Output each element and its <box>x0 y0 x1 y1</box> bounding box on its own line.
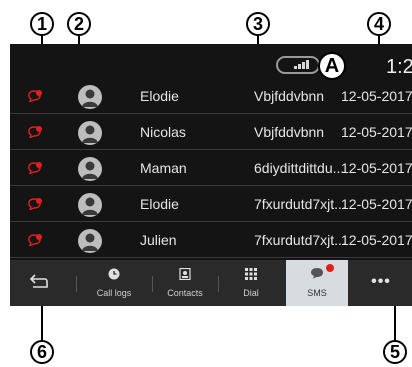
message-preview: 6diydittdittdu... <box>254 160 345 176</box>
back-button[interactable] <box>10 260 68 306</box>
more-button[interactable]: ••• <box>350 260 412 306</box>
callout-5: 5 <box>383 340 407 364</box>
bottom-tab-bar: Call logs Contacts Dial SMS ••• <box>10 260 412 306</box>
tab-call-logs[interactable]: Call logs <box>76 260 152 306</box>
unread-message-icon <box>28 126 42 138</box>
sms-icon <box>310 264 334 281</box>
message-preview: Vbjfddvbnn <box>254 88 325 104</box>
unread-message-icon <box>28 90 42 102</box>
dialpad-icon <box>245 268 257 282</box>
tab-contacts[interactable]: Contacts <box>152 260 218 306</box>
back-arrow-icon <box>29 274 49 290</box>
tab-label: Call logs <box>96 288 132 298</box>
callout-2: 2 <box>67 12 91 36</box>
tab-label: SMS <box>307 288 327 298</box>
message-date: 12-05-2017 <box>341 124 412 140</box>
message-row[interactable]: Nicolas Vbjfddvbnn 12-05-2017 <box>10 116 412 150</box>
message-date: 12-05-2017 <box>341 160 412 176</box>
message-date: 12-05-2017 <box>341 88 412 104</box>
contact-name: Elodie <box>140 88 179 104</box>
message-row[interactable]: Maman 6diydittdittdu... 12-05-2017 <box>10 152 412 186</box>
message-preview: Vbjfddvbnn <box>254 124 325 140</box>
message-row[interactable]: Julien 7fxurdutd7xjt... 12-05-2017 <box>10 224 412 258</box>
message-preview: 7fxurdutd7xjt... <box>254 196 346 212</box>
contact-name: Nicolas <box>140 124 186 140</box>
message-row[interactable]: Elodie 7fxurdutd7xjt... 12-05-2017 <box>10 188 412 222</box>
unread-message-icon <box>28 198 42 210</box>
message-row[interactable]: Elodie Vbjfddvbnn 12-05-2017 <box>10 80 412 114</box>
callout-1: 1 <box>30 12 54 36</box>
contact-name: Julien <box>140 232 177 248</box>
unread-message-icon <box>28 234 42 246</box>
tab-label: Dial <box>243 288 259 298</box>
tab-dial[interactable]: Dial <box>218 260 284 306</box>
contact-card-icon <box>179 267 191 282</box>
phone-signal-icon <box>276 56 320 74</box>
sms-screen: 1:22 Elodie Vbjfddvbnn 12-05-2017 Nicolas Vb… <box>10 44 412 306</box>
callout-6: 6 <box>30 340 54 364</box>
clock: 1:22 <box>386 56 412 78</box>
avatar <box>78 229 102 253</box>
message-date: 12-05-2017 <box>341 232 412 248</box>
contact-name: Maman <box>140 160 187 176</box>
status-bar: 1:22 <box>10 44 412 80</box>
more-icon: ••• <box>371 273 391 290</box>
avatar <box>78 157 102 181</box>
contact-name: Elodie <box>140 196 179 212</box>
callout-3: 3 <box>246 12 270 36</box>
tab-sms[interactable]: SMS <box>286 260 348 306</box>
avatar <box>78 85 102 109</box>
callout-4: 4 <box>367 12 391 36</box>
avatar <box>78 193 102 217</box>
message-date: 12-05-2017 <box>341 196 412 212</box>
unread-badge <box>326 264 334 272</box>
unread-message-icon <box>28 162 42 174</box>
avatar <box>78 121 102 145</box>
tab-label: Contacts <box>167 288 203 298</box>
clock-icon <box>108 268 120 282</box>
callout-a: A <box>318 52 346 80</box>
message-preview: 7fxurdutd7xjt... <box>254 232 346 248</box>
